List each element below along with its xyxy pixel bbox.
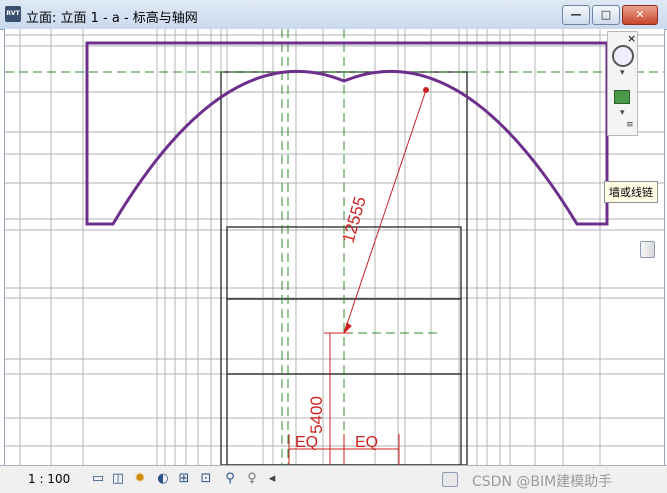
visual-style-icon[interactable]: ◫ (110, 471, 126, 487)
view-control-bar: 1 : 100 ▭ ◫ ✹ ◐ ⊞ ⊡ ⚲ ♀ ◂ CSDN @BIM建模助手 (0, 465, 667, 493)
navigation-bar: × ▾ ▾ ≡ (607, 31, 638, 136)
zoom-dropdown-icon[interactable]: ▾ (620, 68, 625, 78)
vertical-scrollbar-thumb[interactable] (640, 241, 655, 258)
horizontal-scrollbar-thumb[interactable] (442, 472, 458, 487)
minimize-icon: — (570, 8, 582, 21)
view-cube-icon[interactable] (614, 90, 630, 104)
view-dropdown-icon[interactable]: ▾ (620, 108, 625, 118)
elevation-view-canvas[interactable]: 12555 5400 EQ EQ (4, 29, 665, 465)
crop-view-icon[interactable]: ⊞ (176, 471, 192, 487)
zoom-icon[interactable] (612, 45, 634, 67)
scroll-left-icon[interactable]: ◂ (264, 471, 280, 487)
tooltip: 墙或线链 (604, 181, 658, 203)
restore-button[interactable]: □ (592, 5, 620, 25)
title-bar: RVT 立面: 立面 1 - a - 标高与轴网 — □ ✕ (0, 0, 667, 30)
window-title: 立面: 立面 1 - a - 标高与轴网 (26, 11, 198, 26)
minimize-button[interactable]: — (562, 5, 590, 25)
drawing-svg[interactable]: 12555 5400 EQ EQ (5, 29, 664, 465)
restore-icon: □ (600, 8, 612, 21)
reveal-hidden-icon[interactable]: ♀ (244, 471, 260, 487)
view-scale[interactable]: 1 : 100 (28, 472, 70, 486)
eq-left-label[interactable]: EQ (295, 434, 318, 451)
watermark: CSDN @BIM建模助手 (472, 474, 613, 490)
radius-dimension-label[interactable]: 12555 (339, 194, 370, 245)
close-icon: ✕ (635, 8, 645, 21)
close-button[interactable]: ✕ (622, 5, 658, 25)
show-crop-icon[interactable]: ⊡ (198, 471, 214, 487)
temporary-hide-icon[interactable]: ⚲ (222, 471, 238, 487)
revit-app-icon: RVT (5, 6, 21, 22)
eq-right-label[interactable]: EQ (355, 434, 378, 451)
green-grid-lines (5, 29, 664, 465)
navbar-options-icon[interactable]: ≡ (626, 120, 634, 130)
level-lines (5, 34, 664, 447)
detail-level-icon[interactable]: ▭ (90, 471, 106, 487)
height-dimension-label[interactable]: 5400 (307, 396, 326, 434)
navbar-close-icon[interactable]: × (627, 32, 636, 45)
shadows-icon[interactable]: ◐ (155, 471, 171, 487)
sun-path-icon[interactable]: ✹ (132, 471, 148, 487)
